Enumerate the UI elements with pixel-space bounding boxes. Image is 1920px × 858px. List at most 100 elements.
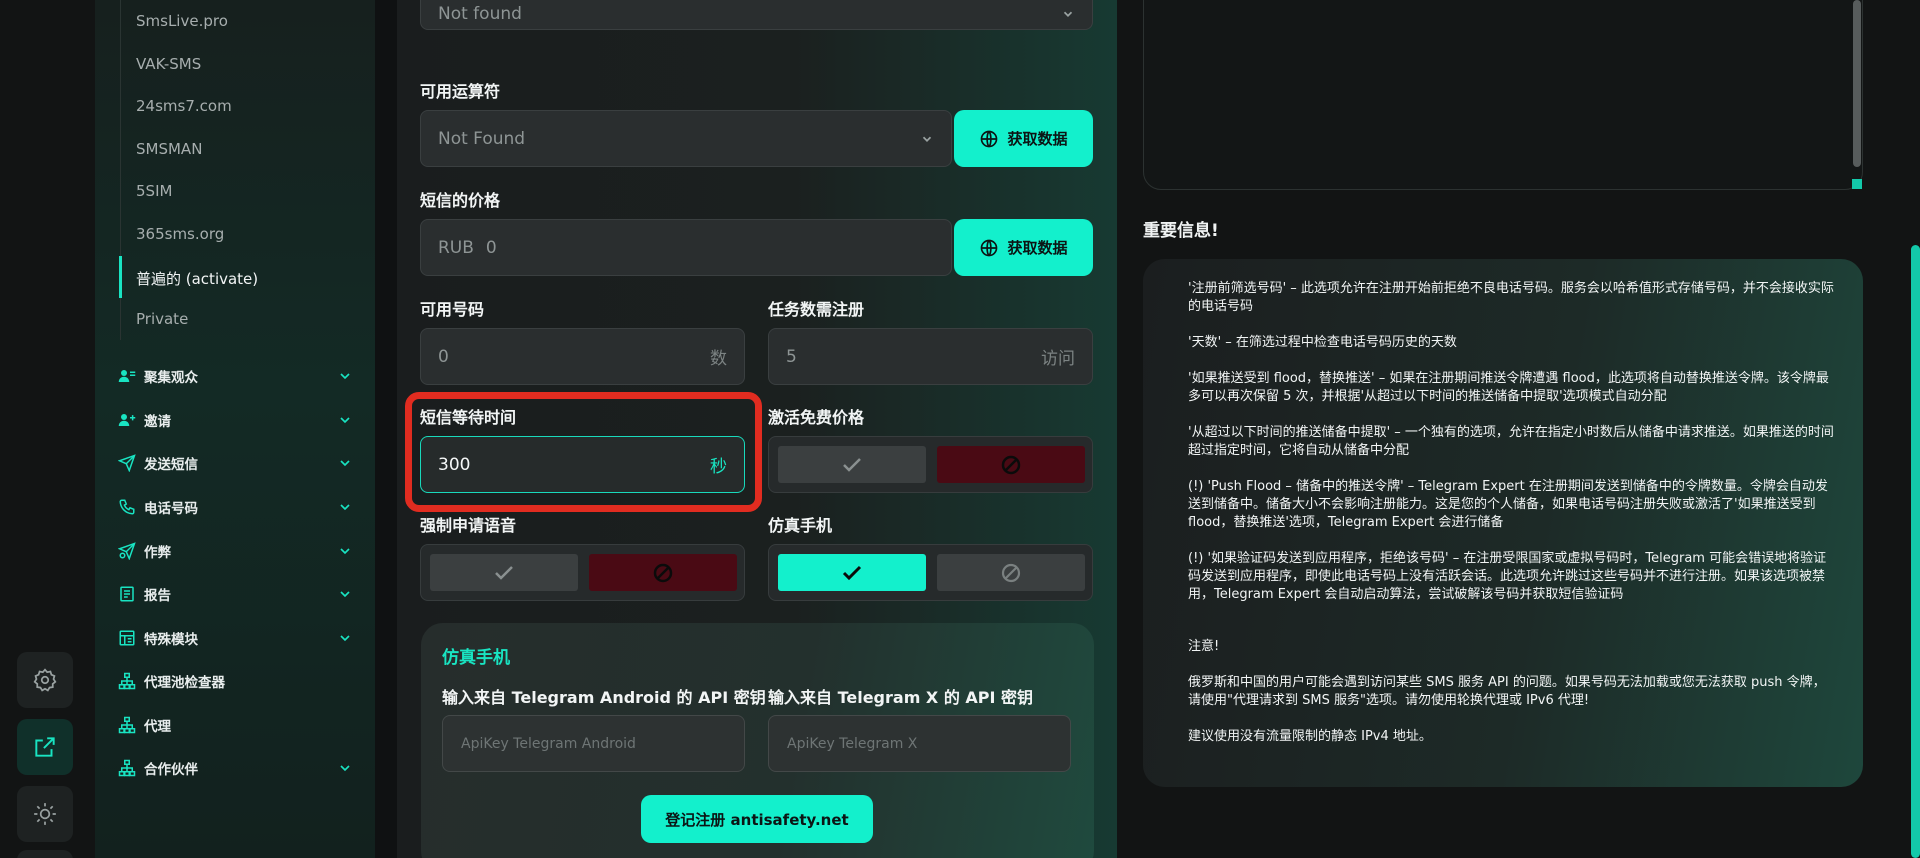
theme-toggle-button[interactable]	[17, 786, 73, 842]
activation-free-price-label: 激活免费价格	[768, 408, 865, 427]
sidebar-subitem-vak-sms[interactable]: VAK-SMS	[136, 55, 201, 73]
sidebar: SmsLive.pro VAK-SMS 24sms7.com SMSMAN 5S…	[95, 0, 375, 858]
emulation-card-title: 仿真手机	[442, 648, 510, 668]
chevron-down-icon	[340, 635, 350, 642]
settings-icon	[33, 668, 57, 692]
emulate-phone-toggle	[768, 544, 1093, 601]
external-link-icon	[35, 737, 55, 757]
module-icon	[119, 630, 135, 646]
sidebar-item-partners[interactable]: 合作伙伴	[118, 754, 353, 782]
sms-price-fetch-label: 获取数据	[1007, 239, 1068, 257]
sidebar-item-phone-numbers[interactable]: 电话号码	[118, 493, 353, 521]
network-icon	[118, 759, 136, 777]
android-api-key-input[interactable]: ApiKey Telegram Android	[442, 715, 745, 772]
chevron-down-icon	[1063, 11, 1073, 17]
important-info-title: 重要信息!	[1143, 221, 1219, 241]
sidebar-subitem-24sms7[interactable]: 24sms7.com	[136, 97, 232, 115]
operator-label: 可用运算符	[420, 82, 501, 101]
sidebar-subitem-5sim[interactable]: 5SIM	[136, 182, 172, 200]
sidebar-subitem-smslive[interactable]: SmsLive.pro	[136, 12, 228, 30]
sms-price-input[interactable]: RUB 0	[420, 219, 952, 276]
sidebar-subitem-private[interactable]: Private	[136, 310, 188, 328]
info-paragraph: 建议使用没有流量限制的静态 IPv4 地址。	[1188, 729, 1432, 744]
telegram-x-api-key-input[interactable]: ApiKey Telegram X	[768, 715, 1071, 772]
info-paragraph: '从超过以下时间的推送储备中提取' – 一个独有的选项，允许在指定小时数后从储备…	[1188, 425, 1834, 458]
sidebar-item-label: 代理池检查器	[144, 675, 225, 691]
sidebar-subitem-smsman[interactable]: SMSMAN	[136, 140, 202, 158]
sidebar-item-label: 邀请	[144, 414, 171, 430]
rail-button-partial[interactable]	[17, 850, 73, 858]
sidebar-item-report[interactable]: 报告	[118, 580, 353, 608]
sidebar-item-proxy-pool-checker[interactable]: 代理池检查器	[118, 667, 353, 695]
info-paragraph: (!) 'Push Flood – 储备中的推送令牌' – Telegram E…	[1188, 479, 1828, 530]
annotation-highlight-box	[405, 392, 762, 512]
activation-free-price-no[interactable]	[937, 446, 1085, 483]
force-voice-yes[interactable]	[430, 554, 578, 591]
operator-select-value: Not Found	[438, 128, 526, 149]
sms-price-label: 短信的价格	[420, 191, 501, 210]
sidebar-subitem-activate[interactable]: 普遍的 (activate)	[136, 268, 258, 289]
emulate-phone-yes[interactable]	[778, 554, 926, 591]
network-icon	[118, 672, 136, 690]
column-gap	[375, 0, 397, 858]
submenu-active-indicator	[119, 256, 122, 298]
user-plus-icon	[118, 414, 136, 426]
chevron-down-icon	[340, 417, 350, 424]
external-link-button[interactable]	[17, 719, 73, 775]
android-api-key-label: 输入来自 Telegram Android 的 API 密钥	[442, 688, 766, 707]
force-voice-label: 强制申请语音	[420, 516, 517, 535]
log-textarea[interactable]	[1143, 0, 1863, 190]
send-icon	[118, 454, 136, 472]
info-paragraph: '注册前筛选号码' – 此选项允许在注册开始前拒绝不良电话号码。服务会以哈希值形…	[1188, 281, 1834, 314]
sidebar-item-label: 聚集观众	[144, 370, 198, 386]
report-icon	[120, 586, 134, 602]
ban-icon	[1001, 455, 1021, 474]
activation-free-price-yes[interactable]	[778, 446, 926, 483]
force-voice-toggle	[420, 544, 745, 601]
available-numbers-value: 0	[438, 346, 449, 367]
resize-handle[interactable]	[1852, 179, 1862, 189]
sidebar-item-proxy[interactable]: 代理	[118, 711, 353, 739]
sidebar-item-invite[interactable]: 邀请	[118, 406, 353, 434]
page-scrollbar[interactable]	[1911, 245, 1920, 858]
sidebar-item-label: 代理	[144, 719, 171, 735]
operator-select[interactable]: Not Found	[420, 110, 952, 167]
sms-price-value: 0	[485, 237, 497, 258]
country-select[interactable]: Not found	[420, 0, 1093, 30]
sidebar-item-cheat[interactable]: 作弊	[118, 537, 353, 565]
log-scrollbar[interactable]	[1853, 0, 1861, 167]
telegram-x-api-key-label: 输入来自 Telegram X 的 API 密钥	[768, 688, 1034, 707]
sidebar-item-label: 发送短信	[144, 457, 198, 473]
cheat-icon	[118, 542, 136, 560]
country-select-value: Not found	[438, 4, 522, 24]
operator-fetch-button[interactable]: 获取数据	[954, 110, 1093, 167]
network-icon	[118, 716, 136, 734]
activation-free-price-toggle	[768, 436, 1093, 493]
sidebar-item-special-modules[interactable]: 特殊模块	[118, 624, 353, 652]
register-antisafety-button[interactable]: 登记注册 antisafety.net	[641, 795, 873, 843]
force-voice-no[interactable]	[589, 554, 737, 591]
info-paragraph: (!) '如果验证码发送到应用程序，拒绝该号码' – 在注册受限国家或虚拟号码时…	[1188, 551, 1827, 602]
settings-button[interactable]	[17, 652, 73, 708]
sidebar-item-label: 合作伙伴	[144, 762, 198, 778]
emulate-phone-label: 仿真手机	[768, 516, 833, 535]
sidebar-item-send-sms[interactable]: 发送短信	[118, 449, 353, 477]
task-registrations-label: 任务数需注册	[768, 300, 865, 319]
sms-price-fetch-button[interactable]: 获取数据	[954, 219, 1093, 276]
emulate-phone-no[interactable]	[937, 554, 1085, 591]
info-paragraph: 俄罗斯和中国的用户可能会遇到访问某些 SMS 服务 API 的问题。如果号码无法…	[1188, 675, 1826, 708]
available-numbers-unit: 数	[710, 349, 727, 369]
chevron-down-icon	[922, 136, 932, 142]
task-registrations-unit: 访问	[1041, 349, 1075, 369]
available-numbers-input[interactable]: 0 数	[420, 328, 745, 385]
operator-fetch-label: 获取数据	[1007, 130, 1068, 148]
sidebar-item-audience[interactable]: 聚集观众	[118, 362, 353, 390]
chevron-down-icon	[340, 548, 350, 555]
chevron-down-icon	[340, 591, 350, 598]
check-icon	[842, 565, 862, 580]
check-icon	[843, 457, 861, 472]
sidebar-subitem-365sms[interactable]: 365sms.org	[136, 225, 224, 243]
ban-icon	[653, 563, 673, 582]
task-registrations-input[interactable]: 5 访问	[768, 328, 1093, 385]
globe-icon	[981, 130, 998, 147]
